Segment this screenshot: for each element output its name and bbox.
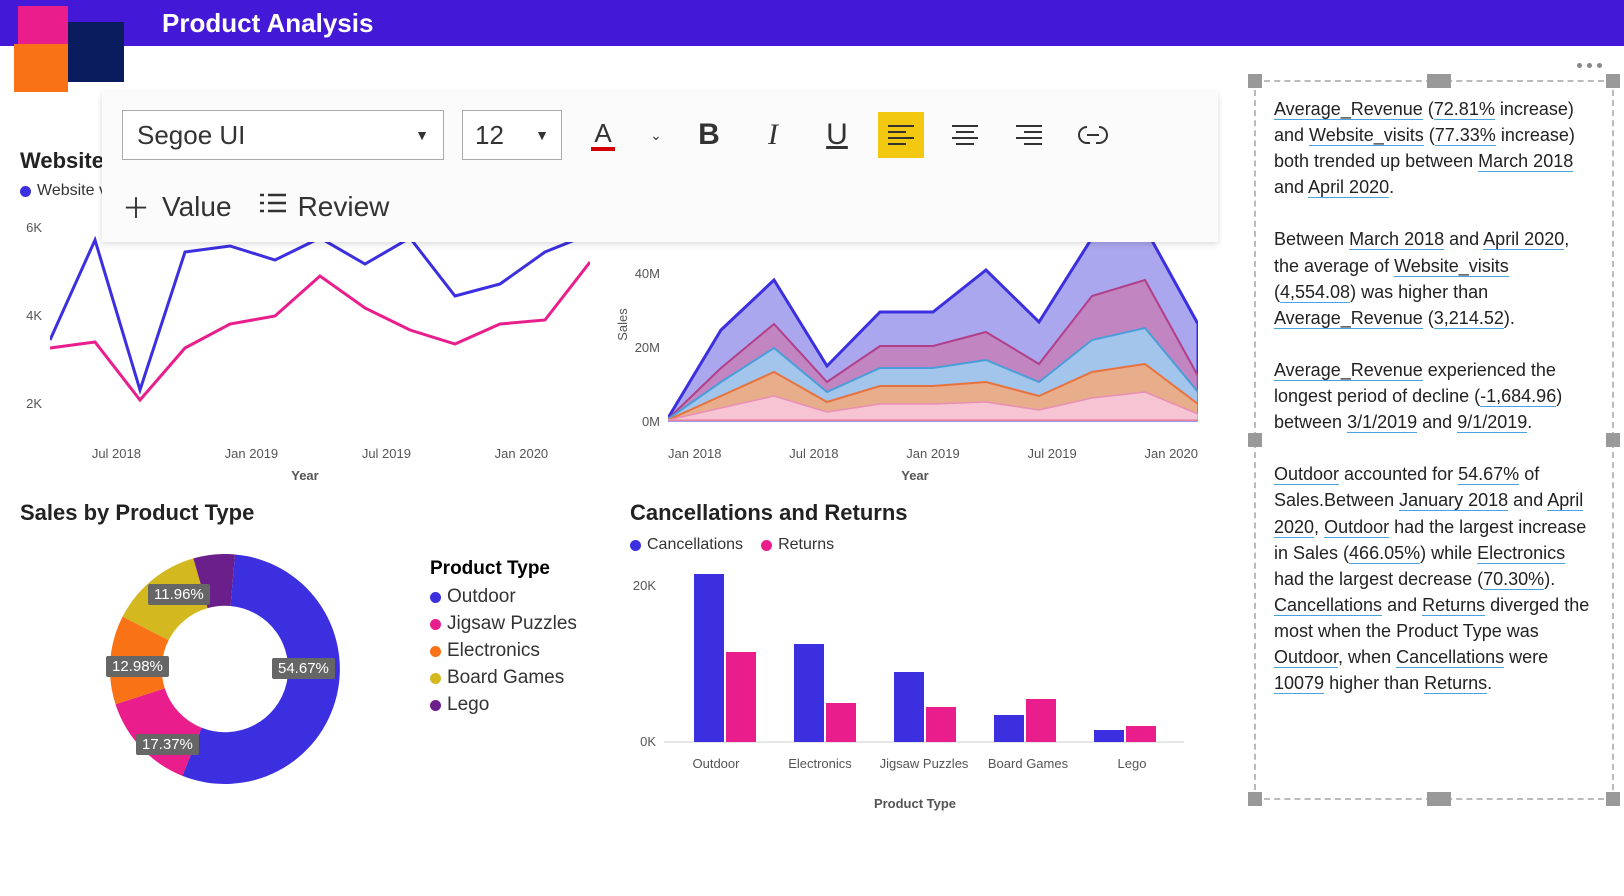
legend-dot	[430, 673, 441, 684]
line-plot	[50, 220, 590, 440]
header-bar: Product Analysis	[0, 0, 1624, 46]
slice-label: 17.37%	[136, 734, 199, 755]
y-tick: 20K	[626, 578, 656, 593]
legend-dot	[430, 646, 441, 657]
chart-sales-by-product-type[interactable]: Sales by Product Type 54.67% 17.37% 12.9…	[20, 500, 590, 840]
y-tick: 20M	[626, 340, 660, 355]
chevron-down-icon: ▼	[415, 127, 429, 143]
slice-label: 54.67%	[272, 658, 335, 679]
legend-label: Jigsaw Puzzles	[447, 613, 577, 635]
x-tick: Jan 2019	[906, 446, 960, 461]
x-tick: Electronics	[768, 756, 872, 771]
hyperlink-button[interactable]	[1070, 112, 1116, 158]
legend-label: Outdoor	[447, 586, 516, 608]
legend-dot	[20, 186, 31, 197]
x-axis-label: Year	[20, 468, 590, 483]
x-tick: Jul 2019	[362, 446, 411, 461]
legend-label: Cancellations	[647, 536, 743, 554]
y-tick: 2K	[16, 396, 42, 411]
y-tick: 40M	[626, 266, 660, 281]
legend-label: Returns	[778, 536, 834, 554]
list-icon	[260, 191, 286, 223]
font-color-icon: A	[594, 120, 611, 146]
font-color-button[interactable]: A	[580, 112, 626, 158]
text-format-toolbar: Segoe UI ▼ 12 ▼ A ⌄ B I U ＋ Value	[102, 92, 1218, 242]
app-logo	[10, 6, 110, 84]
legend-dot	[630, 540, 641, 551]
align-right-icon	[1016, 124, 1042, 146]
chevron-down-icon: ▼	[535, 127, 549, 143]
x-tick: Jan 2018	[668, 446, 722, 461]
x-tick: Board Games	[976, 756, 1080, 771]
legend-label: Electronics	[447, 640, 540, 662]
font-size-select[interactable]: 12 ▼	[462, 110, 562, 160]
x-tick: Jul 2018	[92, 446, 141, 461]
narrative-paragraph[interactable]: Average_Revenue (72.81% increase) and We…	[1274, 96, 1594, 200]
x-tick: Jul 2019	[1028, 446, 1077, 461]
x-tick: Outdoor	[664, 756, 768, 771]
slice-label: 11.96%	[148, 584, 210, 605]
x-tick: Jan 2019	[225, 446, 279, 461]
insert-value-button[interactable]: ＋ Value	[122, 187, 232, 227]
chart-cancellations-returns[interactable]: Cancellations and Returns Cancellations …	[630, 500, 1200, 860]
review-label: Review	[298, 191, 390, 223]
italic-button[interactable]: I	[750, 112, 796, 158]
x-tick: Jan 2020	[495, 446, 549, 461]
chevron-down-icon: ⌄	[650, 127, 662, 144]
chart-title: Sales by Product Type	[20, 500, 590, 526]
plus-icon: ＋	[122, 187, 150, 227]
legend-dot	[430, 700, 441, 711]
smart-narrative-textbox[interactable]: Average_Revenue (72.81% increase) and We…	[1254, 80, 1614, 800]
y-tick: 0M	[626, 414, 660, 429]
align-center-icon	[952, 124, 978, 146]
narrative-paragraph[interactable]: Between March 2018 and April 2020, the a…	[1274, 226, 1594, 330]
x-tick: Jul 2018	[789, 446, 838, 461]
y-axis-label: Sales	[615, 308, 630, 341]
legend-label: Board Games	[447, 667, 564, 689]
narrative-paragraph[interactable]: Average_Revenue experienced the longest …	[1274, 357, 1594, 435]
insert-value-label: Value	[162, 191, 232, 223]
x-tick: Lego	[1080, 756, 1184, 771]
align-left-button[interactable]	[878, 112, 924, 158]
font-color-dropdown[interactable]: ⌄	[644, 112, 668, 158]
align-right-button[interactable]	[1006, 112, 1052, 158]
link-icon	[1078, 126, 1108, 144]
narrative-paragraph[interactable]: Outdoor accounted for 54.67% of Sales.Be…	[1274, 461, 1594, 696]
chart-title: Cancellations and Returns	[630, 500, 1200, 526]
legend-label: Lego	[447, 694, 489, 716]
underline-button[interactable]: U	[814, 112, 860, 158]
font-family-select[interactable]: Segoe UI ▼	[122, 110, 444, 160]
y-tick: 6K	[16, 220, 42, 235]
y-tick: 0K	[626, 734, 656, 749]
bold-button[interactable]: B	[686, 112, 732, 158]
legend-dot	[430, 592, 441, 603]
x-axis-label: Product Type	[630, 796, 1200, 811]
legend-dot	[430, 619, 441, 630]
x-tick: Jigsaw Puzzles	[872, 756, 976, 771]
bar-plot	[664, 570, 1184, 750]
review-button[interactable]: Review	[260, 191, 390, 223]
page-title: Product Analysis	[162, 8, 373, 39]
x-tick: Jan 2020	[1145, 446, 1199, 461]
y-tick: 4K	[16, 308, 42, 323]
area-plot	[668, 220, 1198, 440]
font-size-value: 12	[475, 120, 504, 151]
slice-label: 12.98%	[106, 656, 169, 677]
x-axis-label: Year	[630, 468, 1200, 483]
legend-title: Product Type	[430, 558, 577, 580]
font-family-value: Segoe UI	[137, 120, 245, 151]
legend-dot	[761, 540, 772, 551]
align-center-button[interactable]	[942, 112, 988, 158]
align-left-icon	[888, 124, 914, 146]
